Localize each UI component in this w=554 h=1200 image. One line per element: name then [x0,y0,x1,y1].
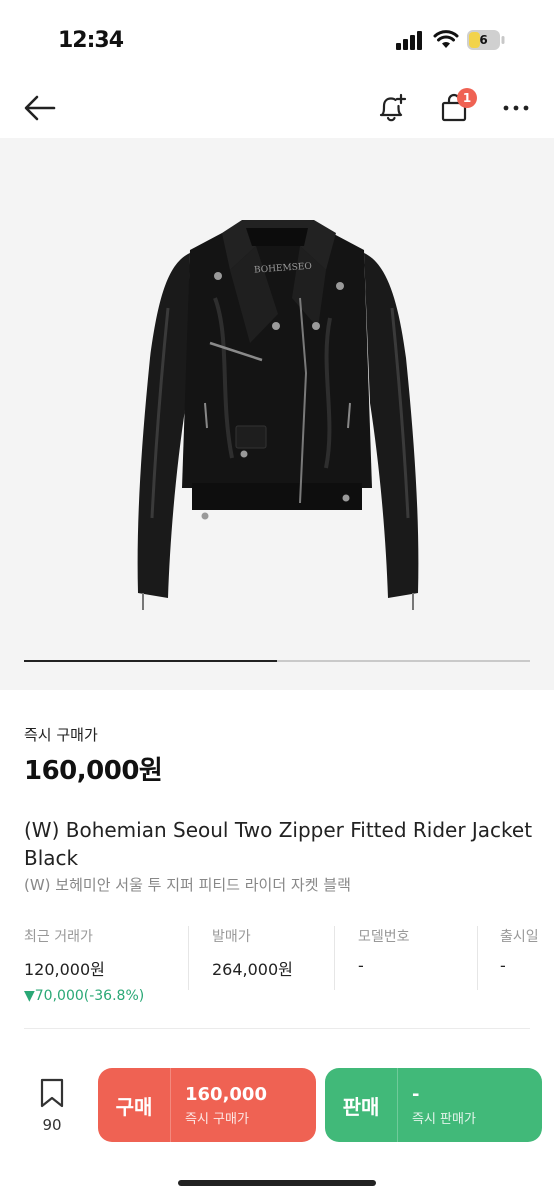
wishlist-count: 90 [42,1116,62,1134]
status-time: 12:34 [58,28,124,53]
buy-button-amount: 160,000 [185,1084,267,1105]
buy-button-tag: 구매 [115,1094,153,1119]
product-title-ko: (W) 보헤미안 서울 투 지퍼 피티드 라이더 자켓 블랙 [24,876,351,894]
instant-buy-price-label: 즉시 구매가 [24,726,98,744]
alert-button[interactable] [372,88,412,128]
recent-trade-change: ▼70,000(-36.8%) [24,988,145,1004]
carousel-progress-bar [24,660,530,662]
wishlist-button[interactable]: 90 [30,1078,74,1134]
battery-level: 6 [479,33,488,47]
release-date-value: - [500,956,506,975]
product-image-jacket [137,220,419,610]
arrow-left-icon [24,95,56,121]
release-price-label: 발매가 [212,929,251,945]
sell-button-amount: - [412,1084,420,1105]
instant-buy-price: 160,000원 [24,756,163,786]
cellular-signal-icon [396,31,422,50]
bell-plus-icon [379,93,407,122]
buy-button-separator [170,1068,171,1142]
more-horizontal-icon [503,105,529,111]
battery-icon: 6 [466,29,506,51]
release-price-column: 발매가 264,000원 [212,926,293,980]
back-button[interactable] [20,88,60,128]
buy-button-subtitle: 즉시 구매가 [185,1112,249,1127]
info-divider [188,926,189,990]
product-image-carousel[interactable]: BOHEMSEO [0,138,554,690]
release-date-label: 출시일 [500,929,539,945]
sell-button-separator [397,1068,398,1142]
info-divider [334,926,335,990]
section-divider [24,1028,530,1029]
release-date-column: 출시일 - [500,926,539,975]
status-bar: 12:34 6 [0,0,554,80]
cart-count-badge: 1 [457,88,477,108]
more-button[interactable] [496,88,536,128]
model-number-value: - [358,956,364,975]
home-indicator[interactable] [178,1180,376,1186]
model-number-column: 모델번호 - [358,926,410,975]
product-info-row: 최근 거래가 120,000원 ▼70,000(-36.8%) 발매가 264,… [0,926,554,1004]
product-title-en: (W) Bohemian Seoul Two Zipper Fitted Rid… [24,818,533,870]
buy-button[interactable]: 구매 160,000 즉시 구매가 [98,1068,316,1142]
carousel-progress-fill [24,660,277,662]
info-divider [477,926,478,990]
sell-button-subtitle: 즉시 판매가 [412,1112,476,1127]
sell-button-tag: 판매 [342,1094,380,1119]
bookmark-icon [40,1078,64,1108]
wifi-icon [433,30,459,48]
sell-button[interactable]: 판매 - 즉시 판매가 [325,1068,542,1142]
recent-trade-column[interactable]: 최근 거래가 120,000원 ▼70,000(-36.8%) [24,926,144,1004]
model-number-label: 모델번호 [358,929,410,945]
release-price-value: 264,000원 [212,960,293,979]
recent-trade-label: 최근 거래가 [24,929,93,945]
recent-trade-value: 120,000원 [24,960,105,979]
